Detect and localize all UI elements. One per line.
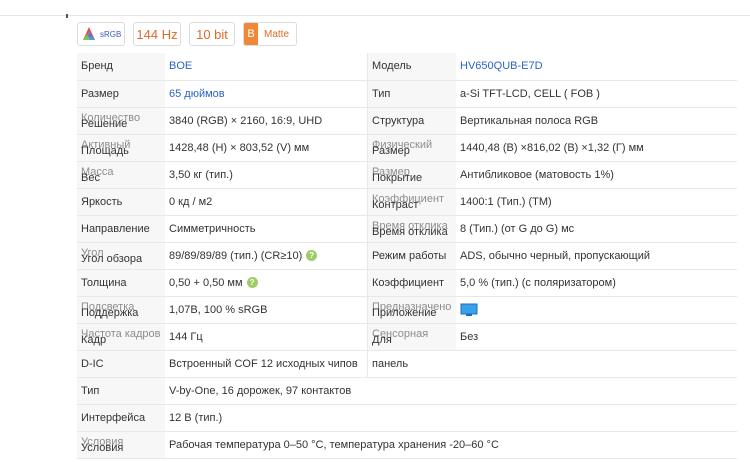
table-row: Интерфейса 12 В (тип.) (77, 404, 737, 432)
spec-value-text: 89/89/89/89 (тип.) (CR≥10) (169, 249, 303, 262)
matte-label: Matte (264, 28, 290, 40)
spec-value-link[interactable]: 65 дюймов (165, 80, 368, 108)
spec-key-overlap: Условия (81, 441, 124, 454)
spec-key: Активный Площадь (77, 134, 165, 162)
spec-key: Яркость (77, 188, 165, 216)
table-row: Яркость 0 кд / м2 Коэффициент Контраст 14… (77, 188, 737, 216)
spec-key-overlap: Контраст (372, 198, 419, 211)
spec-key: Подсветка Поддержка (77, 296, 165, 324)
color-gamut-icon (83, 27, 95, 40)
spec-key: Структура (367, 107, 456, 135)
spec-key: Сенсорная Для (367, 323, 456, 351)
table-row: Бренд BOE Модель HV650QUB-E7D (77, 53, 737, 81)
spec-key-overlap: Время отклика (372, 225, 448, 238)
spec-value: 3,50 кг (тип.) (165, 161, 368, 189)
spec-value (456, 296, 737, 324)
spec-key: Толщина (77, 269, 165, 297)
spec-key: Угол Угол обзора (77, 242, 165, 270)
table-row: Активный Площадь 1428,48 (H) × 803,52 (V)… (77, 134, 737, 162)
spec-value: 1,07B, 100 % sRGB (165, 296, 368, 324)
spec-key: Режим работы (367, 242, 456, 270)
bit-depth-badge: 10 bit (189, 22, 235, 46)
srgb-badge: sRGB (77, 22, 125, 46)
table-row: Масса Вес 3,50 кг (тип.) Размер Покрытие А… (77, 161, 737, 189)
table-row: D-IC Встроенный COF 12 исходных чипов па… (77, 350, 737, 378)
spec-value: 8 (Тип.) (от G до G) мс (456, 215, 737, 243)
spec-key: Бренд (77, 53, 165, 81)
table-row: Толщина 0,50 + 0,50 мм? Коэффициент 5,0 … (77, 269, 737, 297)
table-row: Условия Условия Рабочая температура 0–50 … (77, 431, 737, 459)
spec-key: Предназначено Приложение (367, 296, 456, 324)
table-row: Частота кадров Кадр 144 Гц Сенсорная Для Б… (77, 323, 737, 351)
spec-key: Модель (367, 53, 456, 81)
spec-value: V-by-One, 16 дорожек, 97 контактов (165, 377, 737, 405)
table-row: Размер 65 дюймов Тип a-Si TFT-LCD, CELL … (77, 80, 737, 108)
spec-key: Тип (367, 80, 456, 108)
matte-icon: B (244, 23, 258, 45)
spec-key-overlap: Покрытие (372, 171, 423, 184)
spec-value-link[interactable]: BOE (165, 53, 368, 81)
table-row: Подсветка Поддержка 1,07B, 100 % sRGB Пре… (77, 296, 737, 324)
spec-key: Частота кадров Кадр (77, 323, 165, 351)
spec-key-overlap: Решение (81, 117, 128, 130)
spec-value: Без (456, 323, 737, 351)
spec-value: 1428,48 (H) × 803,52 (V) мм (165, 134, 368, 162)
spec-value: 0 кд / м2 (165, 188, 368, 216)
corner-mark (66, 14, 68, 18)
spec-key: Интерфейса (77, 404, 165, 432)
spec-key: Масса Вес (77, 161, 165, 189)
spec-key: Размер Покрытие (367, 161, 456, 189)
help-icon[interactable]: ? (306, 250, 318, 262)
spec-value: Вертикальная полоса RGB (456, 107, 737, 135)
spec-value: Антибликовое (матовость 1%) (456, 161, 737, 189)
spec-key: Физический Размер (367, 134, 456, 162)
spec-value: Симметричность (165, 215, 368, 243)
spec-key: панель (367, 350, 456, 378)
spec-value: a-Si TFT-LCD, CELL ( FOB ) (456, 80, 737, 108)
spec-value-text: 0,50 + 0,50 мм (169, 276, 243, 289)
spec-key: D-IC (77, 350, 165, 378)
spec-value: 144 Гц (165, 323, 368, 351)
spec-value: ADS, обычно черный, пропускающий (456, 242, 737, 270)
table-row: Количество Решение 3840 (RGB) × 2160, 16:… (77, 107, 737, 135)
spec-value (456, 350, 737, 378)
spec-key: Коэффициент (367, 269, 456, 297)
spec-key-overlap: Кадр (81, 333, 107, 346)
spec-value: 3840 (RGB) × 2160, 16:9, UHD (165, 107, 368, 135)
spec-table: Бренд BOE Модель HV650QUB-E7D Размер 65 … (77, 53, 737, 459)
spec-key: Время отклика Время отклика (367, 215, 456, 243)
spec-key-overlap: Для (372, 333, 392, 346)
spec-value: 0,50 + 0,50 мм? (165, 269, 368, 297)
spec-key-overlap: Площадь (81, 144, 129, 157)
monitor-icon (460, 303, 478, 316)
spec-key-overlap: Вес (81, 171, 100, 184)
spec-key-overlap: Угол обзора (81, 252, 143, 265)
spec-key: Направление (77, 215, 165, 243)
spec-value: 12 В (тип.) (165, 404, 737, 432)
spec-key: Тип (77, 377, 165, 405)
help-icon[interactable]: ? (246, 277, 258, 289)
feature-badges: sRGB 144 Hz 10 bit B Matte (77, 22, 297, 48)
matte-badge: B Matte (243, 22, 297, 46)
srgb-label: sRGB (100, 29, 122, 39)
table-row: Угол Угол обзора 89/89/89/89 (тип.) (CR≥1… (77, 242, 737, 270)
spec-key-overlap: Поддержка (81, 306, 139, 319)
spec-value: Встроенный COF 12 исходных чипов (165, 350, 368, 378)
spec-key: Условия Условия (77, 431, 165, 459)
spec-key-overlap: Приложение (372, 306, 437, 319)
refresh-badge: 144 Hz (133, 22, 181, 46)
table-row: Направление Симметричность Время отклика… (77, 215, 737, 243)
spec-value: 89/89/89/89 (тип.) (CR≥10)? (165, 242, 368, 270)
spec-value: 1440,48 (В) ×816,02 (В) ×1,32 (Г) мм (456, 134, 737, 162)
spec-key: Коэффициент Контраст (367, 188, 456, 216)
spec-key: Размер (77, 80, 165, 108)
spec-key-overlap: Размер (372, 144, 410, 157)
spec-value: Рабочая температура 0–50 °C, температура… (165, 431, 737, 459)
spec-value: 1400:1 (Тип.) (TM) (456, 188, 737, 216)
table-row: Тип V-by-One, 16 дорожек, 97 контактов (77, 377, 737, 405)
spec-value-link[interactable]: HV650QUB-E7D (456, 53, 737, 81)
spec-key: Количество Решение (77, 107, 165, 135)
spec-value: 5,0 % (тип.) (с поляризатором) (456, 269, 737, 297)
top-divider (0, 15, 750, 16)
